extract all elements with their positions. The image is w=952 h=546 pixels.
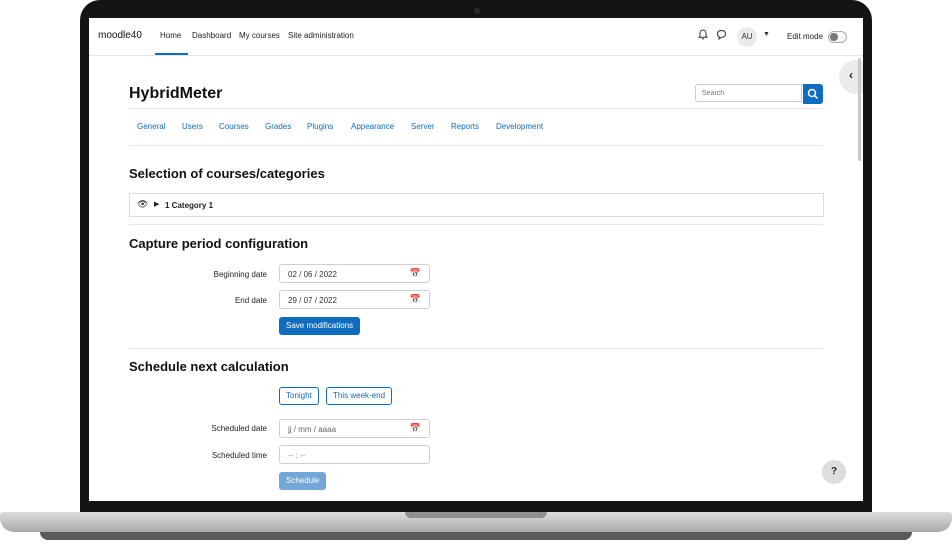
scheduled-time-placeholder: -- : -- — [288, 451, 306, 460]
nav-home[interactable]: Home — [160, 31, 181, 40]
capture-heading: Capture period configuration — [129, 236, 309, 251]
scheduled-time-input[interactable]: -- : -- — [279, 445, 430, 464]
divider — [129, 348, 823, 349]
schedule-button[interactable]: Schedule — [279, 472, 327, 490]
chevron-left-icon: ‹ — [849, 68, 853, 82]
camera-dot — [474, 8, 480, 14]
scheduled-date-label: Scheduled date — [211, 424, 267, 433]
save-modifications-button[interactable]: Save modifications — [279, 317, 361, 335]
end-date-label: End date — [234, 296, 267, 305]
eye-icon[interactable]: 👁 — [137, 199, 148, 210]
scheduled-date-placeholder: jj / mm / aaaa — [288, 425, 337, 434]
active-nav-indicator — [155, 53, 188, 55]
selection-heading: Selection of courses/categories — [129, 166, 325, 181]
tab-appearance[interactable]: Appearance — [351, 122, 394, 131]
chat-icon[interactable] — [716, 29, 727, 43]
edit-mode-toggle[interactable] — [828, 31, 847, 43]
nav-my-courses[interactable]: My courses — [239, 31, 280, 40]
tab-server[interactable]: Server — [411, 122, 435, 131]
scheduled-date-input[interactable]: jj / mm / aaaa 📅 — [279, 419, 430, 438]
beginning-date-label: Beginning date — [213, 270, 267, 279]
tab-plugins[interactable]: Plugins — [307, 122, 333, 131]
scrollbar[interactable] — [858, 58, 861, 161]
beginning-date-value: 02 / 06 / 2022 — [288, 270, 337, 279]
divider — [129, 224, 823, 225]
top-navbar: moodle40 Home Dashboard My courses Site … — [89, 18, 863, 56]
tab-grades[interactable]: Grades — [265, 122, 291, 131]
calendar-icon[interactable]: 📅 — [410, 423, 421, 434]
tab-development[interactable]: Development — [496, 122, 543, 131]
browser-screen: moodle40 Home Dashboard My courses Site … — [89, 18, 863, 501]
laptop-shadow — [40, 532, 912, 540]
chevron-down-icon[interactable]: ▼ — [763, 31, 770, 38]
search-icon — [807, 88, 819, 100]
tab-general[interactable]: General — [137, 122, 165, 131]
end-date-input[interactable]: 29 / 07 / 2022 📅 — [279, 290, 430, 309]
help-button[interactable]: ? — [822, 460, 846, 484]
schedule-heading: Schedule next calculation — [129, 359, 289, 374]
site-brand[interactable]: moodle40 — [98, 30, 142, 41]
search-input[interactable] — [695, 84, 802, 102]
scheduled-time-label: Scheduled time — [211, 451, 267, 460]
divider — [129, 145, 823, 146]
search-button[interactable] — [803, 84, 823, 104]
edit-mode-label: Edit mode — [787, 32, 824, 41]
tab-reports[interactable]: Reports — [451, 122, 479, 131]
tab-users[interactable]: Users — [182, 122, 203, 131]
divider — [129, 108, 823, 109]
page-title: HybridMeter — [129, 85, 223, 102]
toggle-knob — [830, 33, 838, 41]
bell-icon[interactable] — [697, 29, 709, 43]
laptop-notch — [405, 512, 547, 518]
end-date-value: 29 / 07 / 2022 — [288, 296, 337, 305]
tab-courses[interactable]: Courses — [219, 122, 249, 131]
user-avatar[interactable]: AU — [737, 27, 757, 47]
calendar-icon[interactable]: 📅 — [410, 294, 421, 305]
category-tree: 👁 ▶ 1 Category 1 — [129, 193, 824, 217]
weekend-button[interactable]: This week-end — [326, 387, 393, 405]
triangle-right-icon[interactable]: ▶ — [154, 200, 159, 208]
beginning-date-input[interactable]: 02 / 06 / 2022 📅 — [279, 264, 430, 283]
nav-site-administration[interactable]: Site administration — [288, 31, 354, 40]
nav-dashboard[interactable]: Dashboard — [192, 31, 231, 40]
category-label[interactable]: 1 Category 1 — [165, 201, 213, 210]
calendar-icon[interactable]: 📅 — [410, 268, 421, 279]
tonight-button[interactable]: Tonight — [279, 387, 319, 405]
